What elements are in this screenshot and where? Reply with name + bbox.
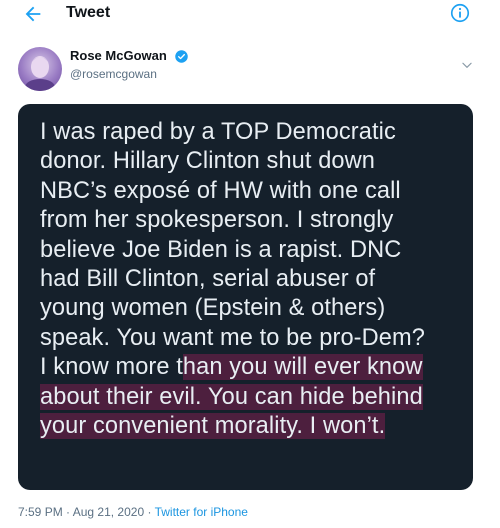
tweet-image[interactable]: I was raped by a TOP Democratic donor. H… (18, 104, 473, 490)
tweet-source-link[interactable]: Twitter for iPhone (155, 505, 248, 519)
author-handle[interactable]: @rosemcgowan (70, 66, 189, 82)
highlighted-text: your convenient morality. I won’t. (40, 413, 386, 440)
info-icon[interactable] (449, 2, 471, 24)
image-text-line: speak. You want me to be pro-Dem? (40, 324, 425, 351)
image-text-line: NBC’s exposé of HW with one call (40, 177, 401, 204)
highlighted-text: about their evil. You can hide behind (40, 383, 423, 410)
image-text-line: had Bill Clinton, serial abuser of (40, 266, 376, 293)
image-text-line: about their evil. You can hide behind (40, 383, 473, 412)
image-text-line: believe Joe Biden is a rapist. DNC (40, 236, 402, 263)
tweet-metadata: 7:59 PM · Aug 21, 2020 · Twitter for iPh… (18, 505, 248, 519)
image-text-line: from her spokesperson. I strongly (40, 207, 394, 234)
tweet-date[interactable]: Aug 21, 2020 (73, 505, 144, 519)
arrow-left-icon[interactable] (22, 3, 44, 25)
tweet-time[interactable]: 7:59 PM (18, 505, 63, 519)
verified-badge-icon (175, 49, 188, 63)
image-text-line: young women (Epstein & others) (40, 295, 386, 322)
plain-text: I know more t (40, 354, 183, 381)
image-text-line: your convenient morality. I won’t. (40, 412, 473, 441)
chevron-down-icon[interactable] (460, 58, 474, 72)
image-text-line: donor. Hillary Clinton shut down (40, 148, 375, 175)
separator: · (62, 505, 73, 519)
author-name[interactable]: Rose McGowan (70, 47, 167, 65)
avatar[interactable] (18, 47, 62, 91)
top-bar: Tweet (0, 0, 500, 30)
separator: · (144, 505, 155, 519)
page-title: Tweet (66, 4, 111, 21)
image-text: I was raped by a TOP Democratic donor. H… (40, 118, 473, 441)
highlighted-text: han you will ever know (182, 354, 423, 381)
image-text-line: I know more than you will ever know (40, 353, 473, 382)
avatar-image (25, 56, 55, 91)
author-block[interactable]: Rose McGowan @rosemcgowan (70, 47, 189, 82)
image-text-line: I was raped by a TOP Democratic (40, 119, 396, 145)
